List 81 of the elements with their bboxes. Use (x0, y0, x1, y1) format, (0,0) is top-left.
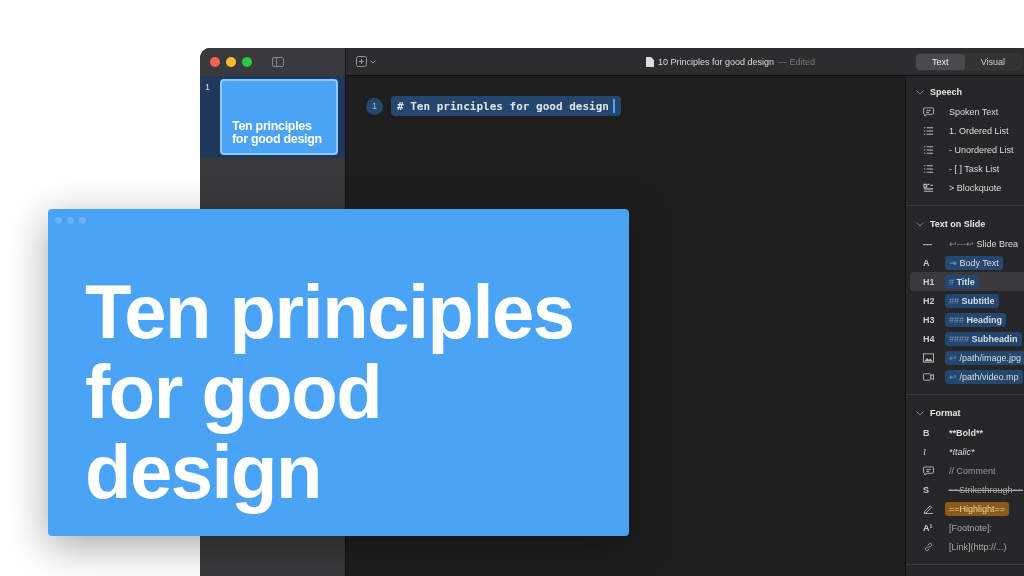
syntax-item[interactable]: - Unordered List (945, 142, 1018, 157)
format-marker: S (923, 484, 929, 495)
pencil-icon (923, 503, 934, 514)
chevron-down-icon (370, 59, 376, 64)
syntax-prefix: ↩---↩ (949, 238, 974, 249)
syntax-item[interactable]: ~~Strikethrough~~ (944, 482, 1024, 497)
add-slide-button[interactable] (356, 56, 376, 67)
syntax-item[interactable]: [Footnote]: (945, 520, 997, 535)
syntax-item[interactable]: // Comment (945, 463, 1000, 478)
document-title: 10 Principles for good design (658, 56, 775, 67)
format-marker: H1 (923, 276, 935, 287)
sidebar-toggle-icon[interactable] (272, 57, 284, 67)
syntax-item[interactable]: 1. Ordered List (945, 123, 1013, 138)
inspector-row[interactable]: H1 # Title (910, 272, 1024, 291)
format-marker: H2 (923, 295, 935, 306)
text-cursor (612, 99, 615, 113)
syntax-item[interactable]: *Italic* (945, 444, 979, 459)
window-controls-drawing (55, 217, 86, 224)
section-title: Speech (930, 87, 962, 97)
minimize-button[interactable] (226, 57, 236, 67)
format-marker: I (923, 446, 926, 457)
syntax-item[interactable]: **Bold** (945, 425, 987, 440)
format-marker: B (923, 427, 930, 438)
format-marker: A (923, 257, 930, 268)
slide-title: Ten principles for good design (232, 120, 323, 146)
syntax-item[interactable]: ### Heading (945, 312, 1007, 327)
syntax-label: Subheadin (971, 333, 1018, 344)
syntax-item[interactable]: [Link](http://...) (945, 539, 1011, 554)
quote-icon (923, 182, 934, 193)
syntax-label: /path/image.jpg (959, 352, 1022, 363)
syntax-label: Heading (966, 314, 1003, 325)
syntax-item[interactable]: - [ ] Task List (945, 161, 1004, 176)
syntax-prefix: # (949, 276, 954, 287)
syntax-prefix: #### (949, 333, 970, 344)
syntax-label: Slide Brea (976, 238, 1019, 249)
syntax-item[interactable]: ==Highlight== (945, 501, 1010, 516)
image-icon (923, 352, 934, 363)
list-icon (923, 125, 934, 136)
syntax-label: /path/video.mp (959, 371, 1019, 382)
list-icon (923, 144, 934, 155)
syntax-prefix: ↩ (949, 371, 957, 382)
syntax-item[interactable]: Spoken Text (945, 104, 1003, 119)
syntax-item[interactable]: # Title (945, 274, 979, 289)
format-marker: H3 (923, 314, 935, 325)
syntax-prefix: ### (949, 314, 965, 325)
line-number: 1 (366, 97, 383, 115)
syntax-label: Body Text (959, 257, 999, 268)
document-icon (646, 56, 654, 67)
close-button[interactable] (210, 57, 220, 67)
slide-preview-title: Ten principles for good design (85, 272, 575, 512)
speech-bubble-icon (923, 465, 934, 476)
syntax-item[interactable]: ↩---↩ Slide Brea (945, 236, 1023, 251)
format-marker: A¹ (923, 522, 933, 533)
format-marker: --- (923, 238, 932, 249)
syntax-item[interactable]: #### Subheadin (945, 331, 1022, 346)
view-tab[interactable]: Text (916, 53, 965, 70)
syntax-prefix: ⇥ (949, 257, 957, 268)
link-icon (923, 541, 934, 552)
list-icon (923, 163, 934, 174)
section-title: Format (930, 408, 961, 418)
section-title: Text on Slide (930, 219, 986, 229)
chevron-icon[interactable] (916, 221, 924, 227)
syntax-item[interactable]: ## Subtitle (945, 293, 999, 308)
view-tab[interactable]: Visual (964, 53, 1021, 70)
syntax-prefix: ↩ (949, 352, 957, 363)
chevron-icon[interactable] (916, 410, 924, 416)
syntax-item[interactable]: > Blockquote (945, 180, 1006, 195)
syntax-label: Title (956, 276, 975, 287)
syntax-item[interactable]: ⇥ Body Text (945, 255, 1003, 270)
slide-number: 1 (205, 81, 211, 92)
syntax-label: Subtitle (961, 295, 995, 306)
video-icon (923, 371, 934, 382)
chevron-icon[interactable] (916, 89, 924, 95)
slide-row[interactable]: 1 Ten principles for good design (200, 76, 345, 158)
speech-bubble-icon (923, 106, 934, 117)
format-marker: H4 (923, 333, 935, 344)
syntax-prefix: ## (949, 295, 959, 306)
document-status: — Edited (778, 56, 816, 67)
syntax-item[interactable]: ↩ /path/video.mp (945, 369, 1023, 384)
syntax-item[interactable]: ↩ /path/image.jpg (945, 350, 1024, 365)
zoom-button[interactable] (242, 57, 252, 67)
